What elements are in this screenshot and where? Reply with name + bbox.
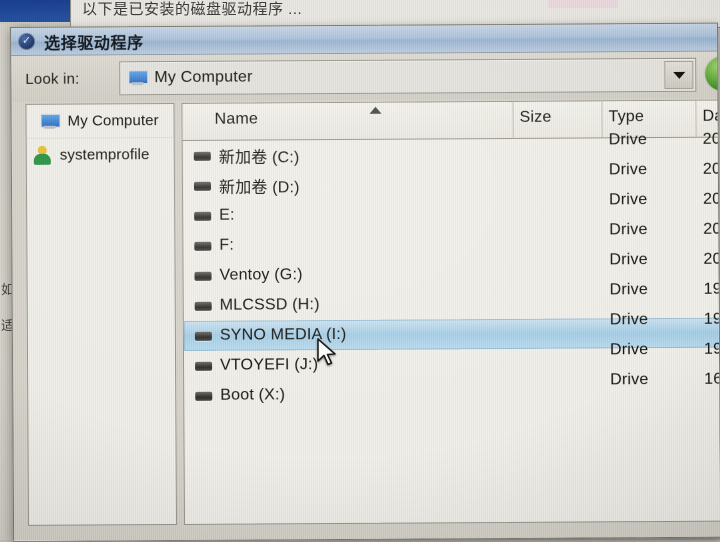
lookin-toolbar: Look in: My Computer [11, 51, 720, 102]
file-date-cell: 1601/ [704, 370, 720, 388]
sidebar-item-label: systemprofile [59, 146, 150, 164]
sidebar-item-label: My Computer [67, 112, 159, 130]
lookin-selected-value: My Computer [154, 68, 253, 87]
sidebar-item-my-computer[interactable]: My Computer [26, 104, 173, 138]
file-date-cell: 202 [702, 130, 720, 148]
lookin-combobox[interactable]: My Computer [119, 57, 697, 96]
chevron-down-icon[interactable] [664, 60, 694, 90]
my-computer-icon [127, 70, 149, 86]
ascending-caret-icon [369, 106, 382, 114]
file-date-cell: 1980 [703, 280, 720, 298]
background-window-text: 以下是已安装的磁盘驱动程序 ... [82, 1, 303, 18]
column-header-size[interactable]: Size [520, 109, 552, 127]
my-computer-icon [40, 113, 61, 129]
arrow-pointer-icon [317, 338, 336, 366]
dialog-titlebar[interactable]: ✓ 选择驱动程序 [11, 23, 718, 56]
file-list-date-column: 202 202 202 2022 2022 1980 1980/1980/1601/ [183, 131, 720, 404]
user-profile-icon [33, 145, 52, 165]
dialog-body: My Computer systemprofile Name Size Type… [11, 97, 720, 542]
file-date-cell: 2022 [703, 220, 720, 238]
file-date-cell: 202 [703, 190, 720, 208]
column-header-date[interactable]: Date [703, 108, 720, 126]
select-driver-dialog: ✓ 选择驱动程序 Look in: My Computer My Compute… [10, 22, 720, 542]
green-circle-icon[interactable] [705, 56, 720, 91]
check-circle-icon: ✓ [18, 32, 36, 50]
file-date-cell: 1980/ [703, 340, 720, 358]
column-header-type[interactable]: Type [609, 108, 645, 126]
file-date-cell: 1980/ [703, 310, 720, 328]
lookin-label: Look in: [25, 70, 80, 88]
file-date-cell: 202 [702, 160, 720, 178]
photographed-screen: 以下是已安装的磁盘驱动程序 ... 如果 适配 ✓ 选择驱动程序 Look in… [0, 0, 720, 542]
file-list: Name Size Type Date 新加卷 (C:) 新加卷 (D:) E: F:… [181, 99, 720, 525]
places-sidebar: My Computer systemprofile [25, 102, 178, 526]
column-header-name[interactable]: Name [215, 106, 382, 128]
dialog-title: 选择驱动程序 [44, 34, 144, 53]
sidebar-item-systemprofile[interactable]: systemprofile [26, 137, 174, 172]
file-date-cell: 2022 [703, 250, 720, 268]
